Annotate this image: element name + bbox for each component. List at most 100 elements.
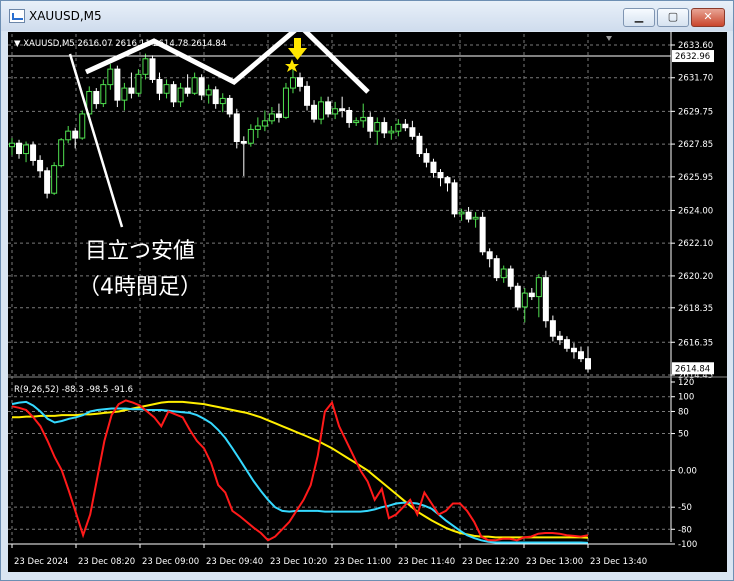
price-tick-label: 2618.35 — [678, 304, 713, 314]
price-tick-label: 2627.85 — [678, 140, 713, 150]
candle — [472, 212, 479, 228]
candle-body — [107, 68, 114, 86]
maximize-icon: ▢ — [667, 10, 679, 23]
candle-body — [233, 113, 240, 143]
window-title: XAUUSD,M5 — [29, 9, 102, 23]
indicator-tick-label: -100 — [678, 540, 697, 550]
candle — [23, 141, 30, 163]
candle-body — [353, 120, 360, 124]
time-tick-label: 23 Dec 08:20 — [78, 557, 135, 567]
annotation-pointer-line — [68, 53, 124, 228]
candle — [226, 94, 233, 118]
candle — [16, 139, 23, 159]
indicator-grid — [8, 382, 671, 545]
candle-body — [563, 339, 570, 349]
candle-body — [577, 351, 584, 360]
candle-body — [325, 101, 332, 115]
candle-body — [437, 172, 444, 179]
maximize-button[interactable]: ▢ — [657, 8, 689, 27]
indicator-tick-label: 80 — [678, 407, 689, 417]
candle-body — [163, 84, 170, 94]
candle — [318, 96, 325, 125]
candle-body — [289, 77, 296, 89]
candle — [58, 138, 65, 168]
close-icon: ✕ — [703, 10, 713, 23]
candle — [514, 282, 521, 311]
time-tick-label: 23 Dec 13:00 — [526, 557, 583, 567]
candle — [465, 206, 472, 223]
candle-body — [521, 292, 528, 308]
candle — [353, 117, 360, 126]
candle-body — [388, 130, 395, 134]
time-tick-label: 23 Dec 11:00 — [334, 557, 391, 567]
candle — [402, 119, 409, 132]
candle — [247, 124, 254, 147]
indicator-lines — [11, 399, 589, 544]
minimize-button[interactable]: ▁ — [623, 8, 655, 27]
price-tick-label: 2620.20 — [678, 272, 713, 282]
indicator-axis: 120 100 80 50 0.00 -50 -80 -100 — [671, 378, 697, 550]
close-button[interactable]: ✕ — [691, 8, 725, 27]
candle-body — [72, 130, 79, 139]
candle-body — [93, 91, 100, 105]
candle — [388, 125, 395, 140]
candle — [395, 119, 402, 137]
candle-body — [219, 97, 226, 105]
candle-body — [205, 89, 212, 96]
candle-body — [507, 268, 514, 287]
candle-body — [542, 277, 549, 322]
candle-body — [142, 58, 149, 75]
candle — [51, 162, 58, 195]
candle — [556, 331, 563, 345]
chart-menu-triangle-icon[interactable] — [606, 36, 612, 41]
candle-body — [430, 161, 437, 174]
candle — [563, 336, 570, 352]
candle-body — [282, 87, 289, 118]
candle — [374, 117, 381, 145]
candle — [156, 72, 163, 101]
candle — [282, 82, 289, 120]
candle-body — [500, 268, 507, 279]
time-tick-label: 23 Dec 13:40 — [590, 557, 647, 567]
annotation-text-line1: 目立つ安値 — [85, 239, 195, 264]
candle-body — [177, 87, 184, 103]
price-tick-label: 2625.95 — [678, 173, 713, 183]
chart-header-label: ▼ XAUUSD,M5 2616.07 2616.11 2614.78 2614… — [14, 39, 226, 49]
down-arrow-icon — [288, 38, 307, 60]
candle — [585, 346, 591, 373]
candle — [177, 82, 184, 108]
candle-body — [444, 177, 451, 184]
candle-body — [44, 170, 51, 194]
candle — [261, 110, 268, 132]
candle — [409, 120, 416, 140]
candle — [44, 167, 51, 199]
chart-area[interactable]: ▼ XAUUSD,M5 2616.07 2616.11 2614.78 2614… — [8, 32, 727, 572]
candle-body — [570, 347, 577, 353]
time-axis: 23 Dec 2024 23 Dec 08:20 23 Dec 09:00 23 De… — [8, 543, 671, 567]
candle-body — [549, 320, 556, 337]
candle — [100, 79, 107, 108]
indicator-tick-label: -80 — [678, 525, 692, 535]
candle — [254, 117, 261, 139]
candle — [240, 136, 247, 176]
candle-body — [332, 108, 339, 115]
candle — [114, 65, 121, 108]
candle-body — [79, 113, 86, 139]
candle — [451, 179, 458, 218]
candle-body — [458, 211, 465, 215]
candle-body — [170, 84, 177, 103]
candle-body — [402, 123, 409, 129]
candle — [577, 346, 584, 363]
candle-body — [360, 116, 367, 122]
price-chart[interactable]: ▼ XAUUSD,M5 2616.07 2616.11 2614.78 2614… — [8, 32, 727, 572]
candle-body — [381, 122, 388, 134]
candle-body — [37, 159, 44, 172]
indicator-tick-label: -50 — [678, 503, 692, 513]
time-tick-label: 23 Dec 09:00 — [142, 557, 199, 567]
candle — [198, 74, 205, 101]
candle-body — [528, 292, 535, 298]
title-bar[interactable]: XAUUSD,M5 ▁ ▢ ✕ — [1, 1, 733, 31]
candle-body — [479, 216, 486, 253]
candle — [163, 79, 170, 99]
candle — [430, 158, 437, 178]
